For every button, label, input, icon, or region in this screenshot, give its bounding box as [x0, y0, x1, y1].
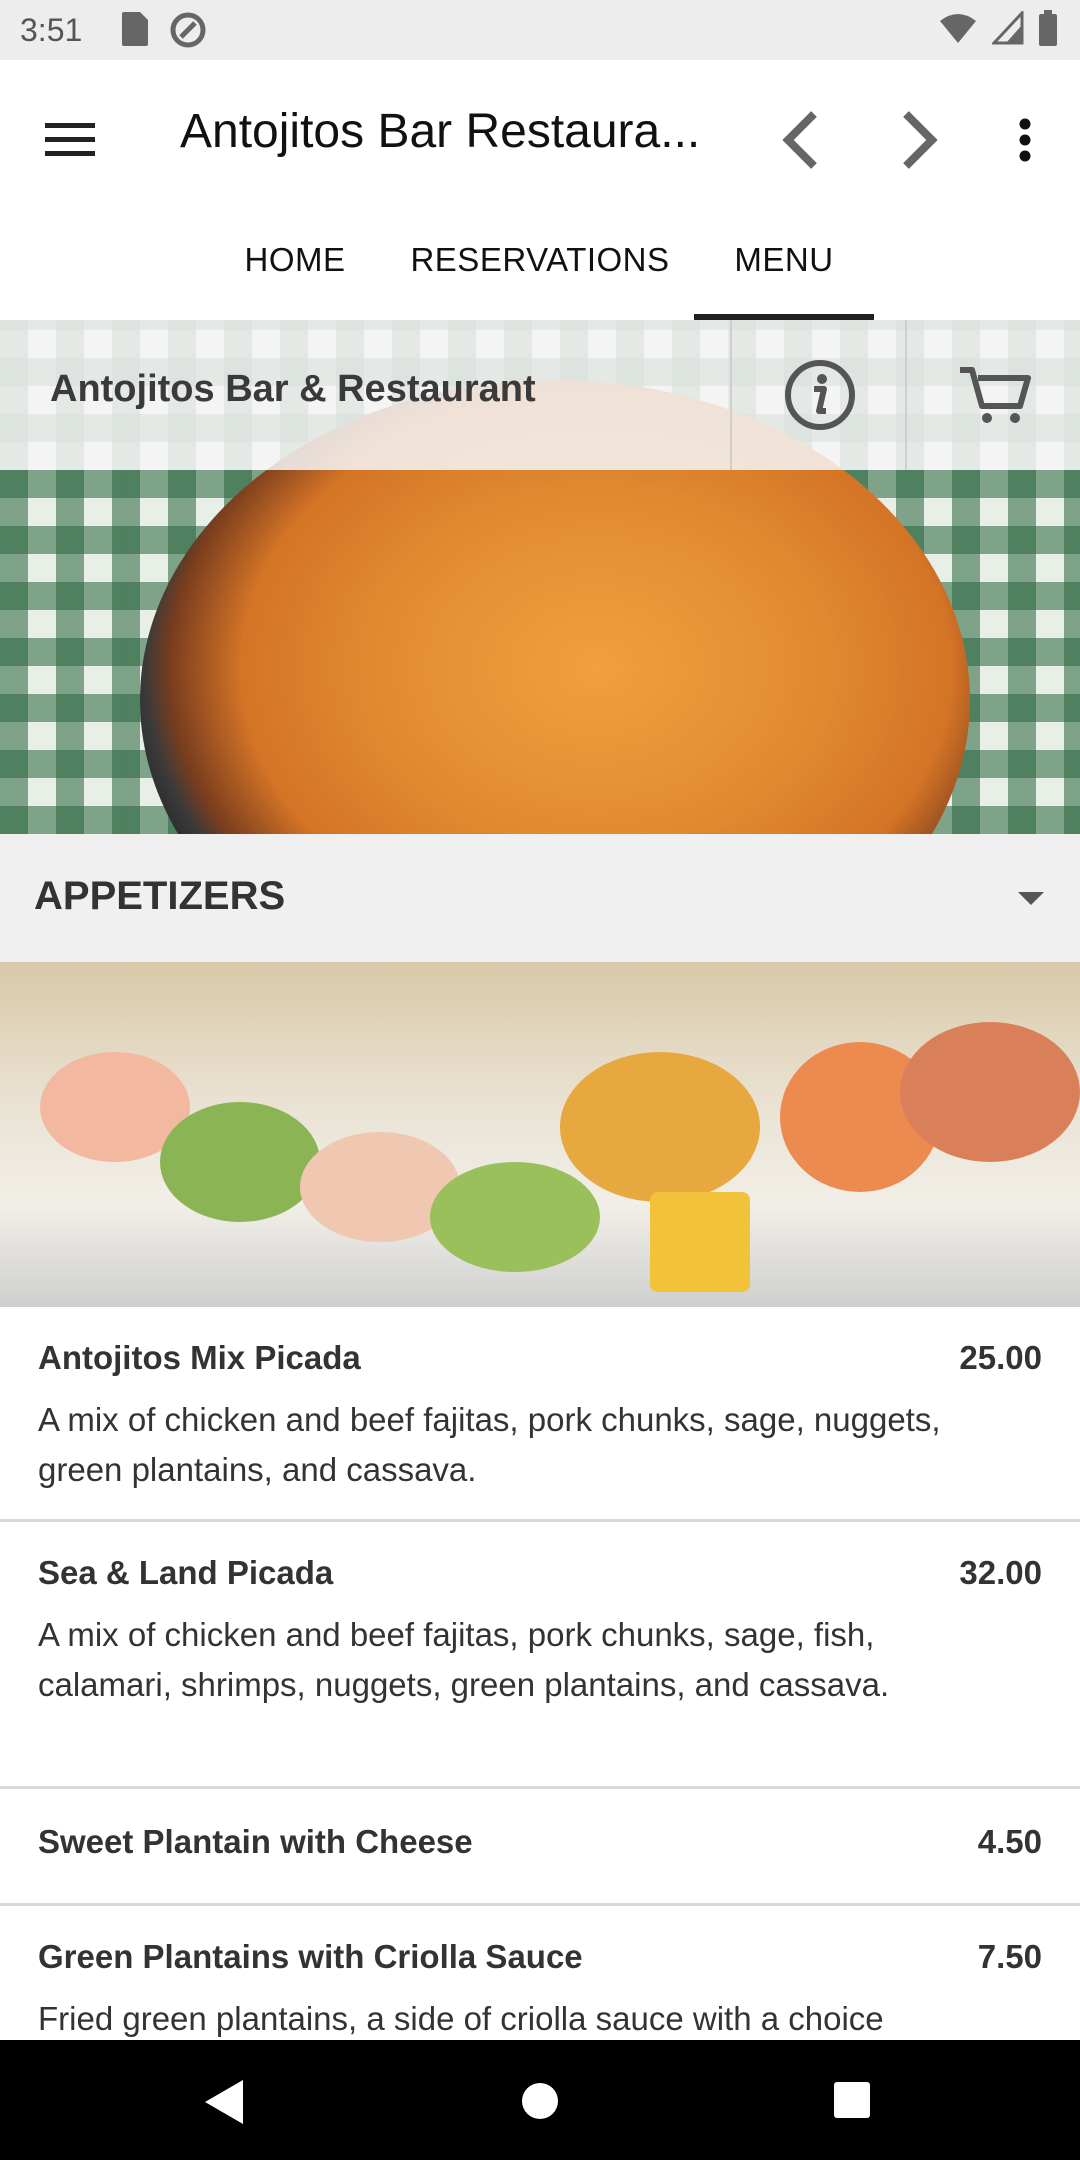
- cart-button[interactable]: [905, 320, 1080, 470]
- hero-banner: Antojitos Bar & Restaurant: [0, 320, 1080, 834]
- hamburger-menu-button[interactable]: [30, 100, 110, 180]
- nav-recents-icon[interactable]: [834, 2082, 870, 2118]
- battery-icon: [1038, 10, 1058, 51]
- status-bar: 3:51: [0, 0, 1080, 60]
- menu-item-name: Antojitos Mix Picada: [38, 1339, 361, 1376]
- cart-icon: [959, 367, 1031, 423]
- forward-button[interactable]: [880, 96, 960, 184]
- tab-home[interactable]: HOME: [225, 200, 365, 320]
- back-button[interactable]: [760, 96, 840, 184]
- dropdown-arrow-icon: [1018, 892, 1044, 905]
- more-vert-icon: [1019, 118, 1031, 162]
- status-time: 3:51: [20, 12, 83, 48]
- cell-signal-icon: [990, 9, 1024, 50]
- section-header-appetizers[interactable]: APPETIZERS: [0, 834, 1080, 962]
- info-icon: [784, 360, 855, 430]
- tab-bar: HOME RESERVATIONS MENU: [0, 200, 1080, 320]
- menu-item-name: Sweet Plantain with Cheese: [38, 1823, 473, 1860]
- menu-item-name: Sea & Land Picada: [38, 1554, 334, 1591]
- tab-menu[interactable]: MENU: [694, 200, 874, 320]
- status-right-icons: [938, 9, 1058, 51]
- menu-item-list: Antojitos Mix Picada 25.00 A mix of chic…: [0, 1307, 1080, 2106]
- restaurant-name: Antojitos Bar & Restaurant: [50, 368, 536, 410]
- menu-item-name: Green Plantains with Criolla Sauce: [38, 1938, 583, 1975]
- menu-item[interactable]: Antojitos Mix Picada 25.00 A mix of chic…: [0, 1307, 1080, 1522]
- menu-item-description: A mix of chicken and beef fajitas, pork …: [38, 1401, 941, 1488]
- chevron-right-icon: [903, 111, 938, 169]
- section-title: APPETIZERS: [34, 874, 286, 918]
- nav-home-icon[interactable]: [522, 2083, 558, 2119]
- menu-item-description: A mix of chicken and beef fajitas, pork …: [38, 1616, 890, 1703]
- menu-item[interactable]: Sea & Land Picada 32.00 A mix of chicken…: [0, 1522, 1080, 1789]
- sd-card-icon: [118, 10, 150, 55]
- menu-item-price: 4.50: [977, 1823, 1042, 1860]
- info-button[interactable]: [730, 320, 907, 470]
- data-saver-icon: [168, 10, 208, 55]
- wifi-icon: [938, 11, 978, 50]
- system-nav-bar: [0, 2040, 1080, 2160]
- chevron-left-icon: [782, 111, 817, 169]
- appetizers-image: [0, 962, 1080, 1307]
- status-left-icons: [118, 10, 208, 55]
- app-title: Antojitos Bar Restaura...: [180, 105, 701, 158]
- hero-header-bar: Antojitos Bar & Restaurant: [0, 320, 1080, 470]
- menu-item-price: 25.00: [959, 1339, 1042, 1376]
- menu-item-description: Fried green plantains, a side of criolla…: [38, 2000, 884, 2037]
- menu-item-price: 7.50: [977, 1938, 1042, 1975]
- hamburger-icon: [45, 123, 95, 156]
- nav-back-icon[interactable]: [205, 2080, 243, 2124]
- more-options-button[interactable]: [990, 96, 1060, 184]
- menu-item-price: 32.00: [959, 1554, 1042, 1591]
- menu-item[interactable]: Sweet Plantain with Cheese 4.50: [0, 1789, 1080, 1906]
- tab-reservations[interactable]: RESERVATIONS: [400, 200, 680, 320]
